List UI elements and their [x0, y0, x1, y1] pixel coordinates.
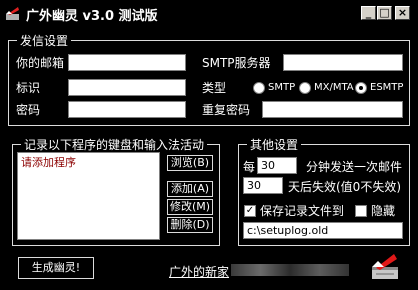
id-label: 标识	[16, 81, 41, 95]
minutes-field[interactable]: 30	[257, 157, 297, 174]
type-label: 类型	[202, 81, 227, 95]
days-field[interactable]: 30	[243, 177, 283, 194]
add-button[interactable]: 添加(A)	[167, 181, 213, 197]
smtp-server-field[interactable]	[283, 54, 403, 71]
radio-smtp-label: SMTP	[268, 82, 296, 93]
radio-mx-mta[interactable]	[299, 82, 311, 94]
delete-button[interactable]: 删除(D)	[167, 217, 213, 233]
log-path-field[interactable]: c:\setuplog.old	[243, 222, 403, 239]
radio-mx-mta-label: MX/MTA	[314, 82, 354, 93]
days-suffix-label: 天后失效(值0不失效)	[288, 180, 401, 194]
minimize-button[interactable]: _	[361, 6, 376, 20]
save-log-label: 保存记录文件到	[260, 204, 345, 218]
home-link[interactable]: 广外的新家	[169, 263, 229, 280]
save-log-checkbox[interactable]: ✓	[244, 205, 256, 217]
ghost-logo-icon	[372, 254, 398, 279]
radio-esmtp-label: ESMTP	[370, 82, 404, 93]
id-field[interactable]	[68, 79, 186, 96]
hide-label: 隐藏	[371, 204, 396, 218]
repeat-password-label: 重复密码	[202, 103, 251, 117]
email-label: 你的邮箱	[16, 56, 65, 70]
program-list[interactable]: 请添加程序	[17, 152, 160, 240]
smtp-server-label: SMTP服务器	[202, 56, 271, 70]
browse-button[interactable]: 浏览(B)	[167, 155, 213, 171]
minutes-suffix-label: 分钟发送一次邮件	[306, 160, 403, 174]
maximize-button[interactable]: □	[377, 6, 392, 20]
every-label: 每	[243, 160, 256, 174]
modify-button[interactable]: 修改(M)	[167, 199, 213, 215]
radio-esmtp[interactable]	[355, 82, 367, 94]
password-label: 密码	[16, 103, 41, 117]
hide-checkbox[interactable]	[355, 205, 367, 217]
radio-smtp[interactable]	[253, 82, 265, 94]
app-icon	[6, 7, 19, 20]
other-settings-title: 其他设置	[247, 136, 302, 153]
email-field[interactable]	[68, 54, 186, 71]
password-field[interactable]	[68, 101, 186, 118]
redacted-url	[231, 264, 349, 276]
title-bar: 广外幽灵 v3.0 测试版 _ □ ×	[0, 0, 418, 26]
send-settings-title: 发信设置	[17, 32, 72, 49]
window-title: 广外幽灵 v3.0 测试版	[26, 9, 158, 24]
record-title: 记录以下程序的键盘和输入法活动	[21, 136, 208, 153]
close-button[interactable]: ×	[395, 6, 410, 20]
generate-button[interactable]: 生成幽灵!	[18, 257, 94, 279]
repeat-password-field[interactable]	[262, 101, 403, 118]
list-item[interactable]: 请添加程序	[18, 153, 159, 171]
